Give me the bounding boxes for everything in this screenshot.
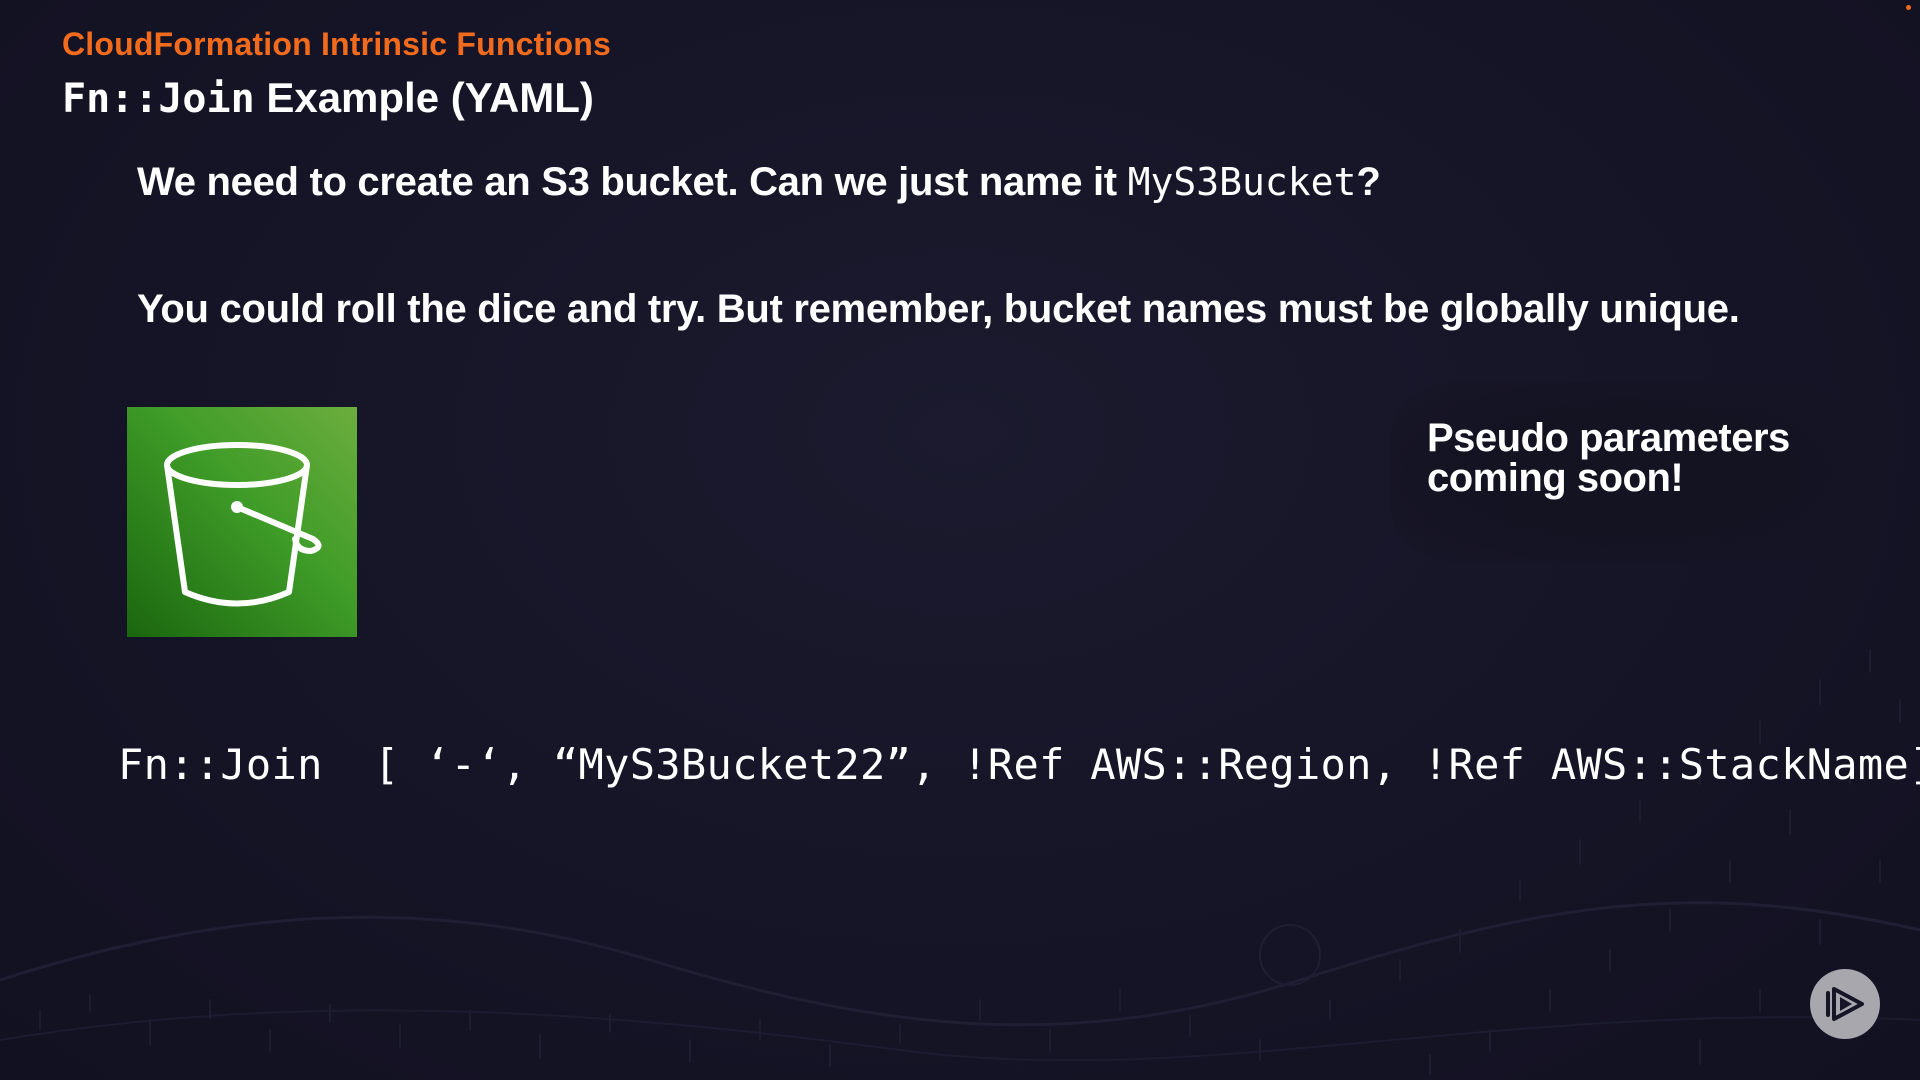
answer-line: You could roll the dice and try. But rem… [137, 287, 1740, 331]
callout-line-2: coming soon! [1427, 456, 1684, 500]
s3-bucket-glyph [164, 442, 322, 607]
s3-bucket-icon [127, 407, 357, 637]
slide-title-text: Example (YAML) [254, 74, 594, 121]
callout-line-1: Pseudo parameters [1427, 416, 1790, 460]
recording-indicator-dot [1906, 5, 1911, 10]
play-logo-button[interactable] [1810, 969, 1880, 1039]
section-title: CloudFormation Intrinsic Functions [62, 26, 612, 62]
question-code: MyS3Bucket [1127, 160, 1357, 204]
question-mark: ? [1356, 160, 1381, 204]
question-line: We need to create an S3 bucket. Can we j… [137, 160, 1381, 205]
code-snippet: Fn::Join [ ‘-‘, “MyS3Bucket22”, !Ref AWS… [118, 740, 1920, 789]
slide-title: Fn::Join Example (YAML) [62, 74, 594, 122]
question-text: We need to create an S3 bucket. Can we j… [137, 160, 1128, 204]
slide: CloudFormation Intrinsic Functions Fn::J… [0, 0, 1920, 1080]
slide-title-code: Fn::Join [62, 76, 255, 122]
play-logo-icon [1826, 987, 1864, 1021]
